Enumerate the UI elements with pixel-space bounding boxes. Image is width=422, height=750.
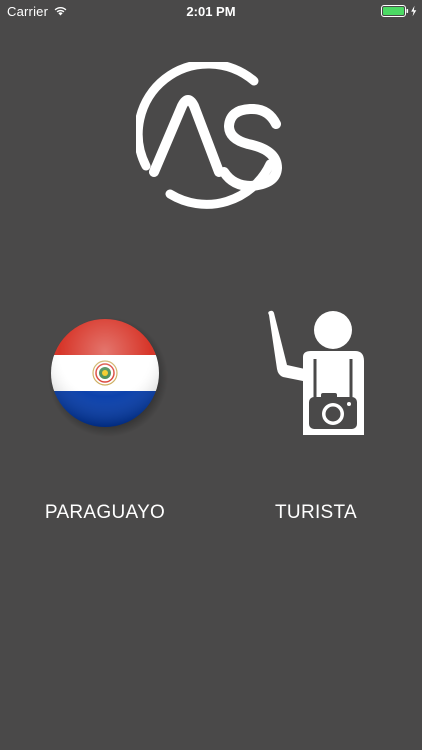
turista-option[interactable]: TURISTA xyxy=(236,305,396,535)
status-bar: Carrier 2:01 PM xyxy=(0,0,422,22)
tourist-camera-icon xyxy=(268,310,364,435)
as-logo-icon xyxy=(136,62,283,209)
paraguay-flag-icon xyxy=(48,317,168,437)
status-time: 2:01 PM xyxy=(186,4,236,19)
paraguayo-option[interactable]: PARAGUAYO xyxy=(25,305,185,535)
paraguayo-label: PARAGUAYO xyxy=(44,502,166,523)
turista-label: TURISTA xyxy=(275,502,357,523)
battery-icon xyxy=(381,5,417,17)
